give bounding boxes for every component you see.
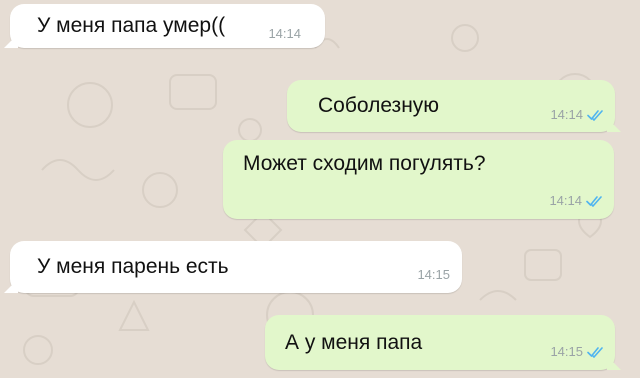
message-5-bubble[interactable]: А у меня папа 14:15 [265,315,615,370]
message-time-row: 14:15 [417,268,450,282]
message-time-row: 14:14 [550,108,603,122]
message-text: Соболезную [318,94,440,117]
message-1-bubble[interactable]: У меня папа умер(( 14:14 [10,4,325,48]
message-time: 14:14 [549,193,582,208]
message-text: У меня папа умер(( [37,14,226,37]
message-time-row: 14:14 [268,27,301,41]
message-2-bubble[interactable]: Соболезную 14:14 [287,80,615,132]
message-time-row: 14:15 [550,345,603,359]
double-check-icon [587,109,603,121]
message-text: А у меня папа [285,330,423,354]
message-4-bubble[interactable]: У меня парень есть 14:15 [10,241,462,293]
message-time: 14:15 [417,267,450,282]
message-text: У меня парень есть [37,255,229,278]
double-check-icon [586,195,602,207]
double-check-icon [587,346,603,358]
message-time-row: 14:14 [549,194,602,208]
message-3-bubble[interactable]: Может сходим погулять? 14:14 [223,140,614,219]
message-time: 14:14 [550,107,583,122]
message-time: 14:15 [550,344,583,359]
message-text: Может сходим погулять? [243,152,486,175]
message-time: 14:14 [268,26,301,41]
